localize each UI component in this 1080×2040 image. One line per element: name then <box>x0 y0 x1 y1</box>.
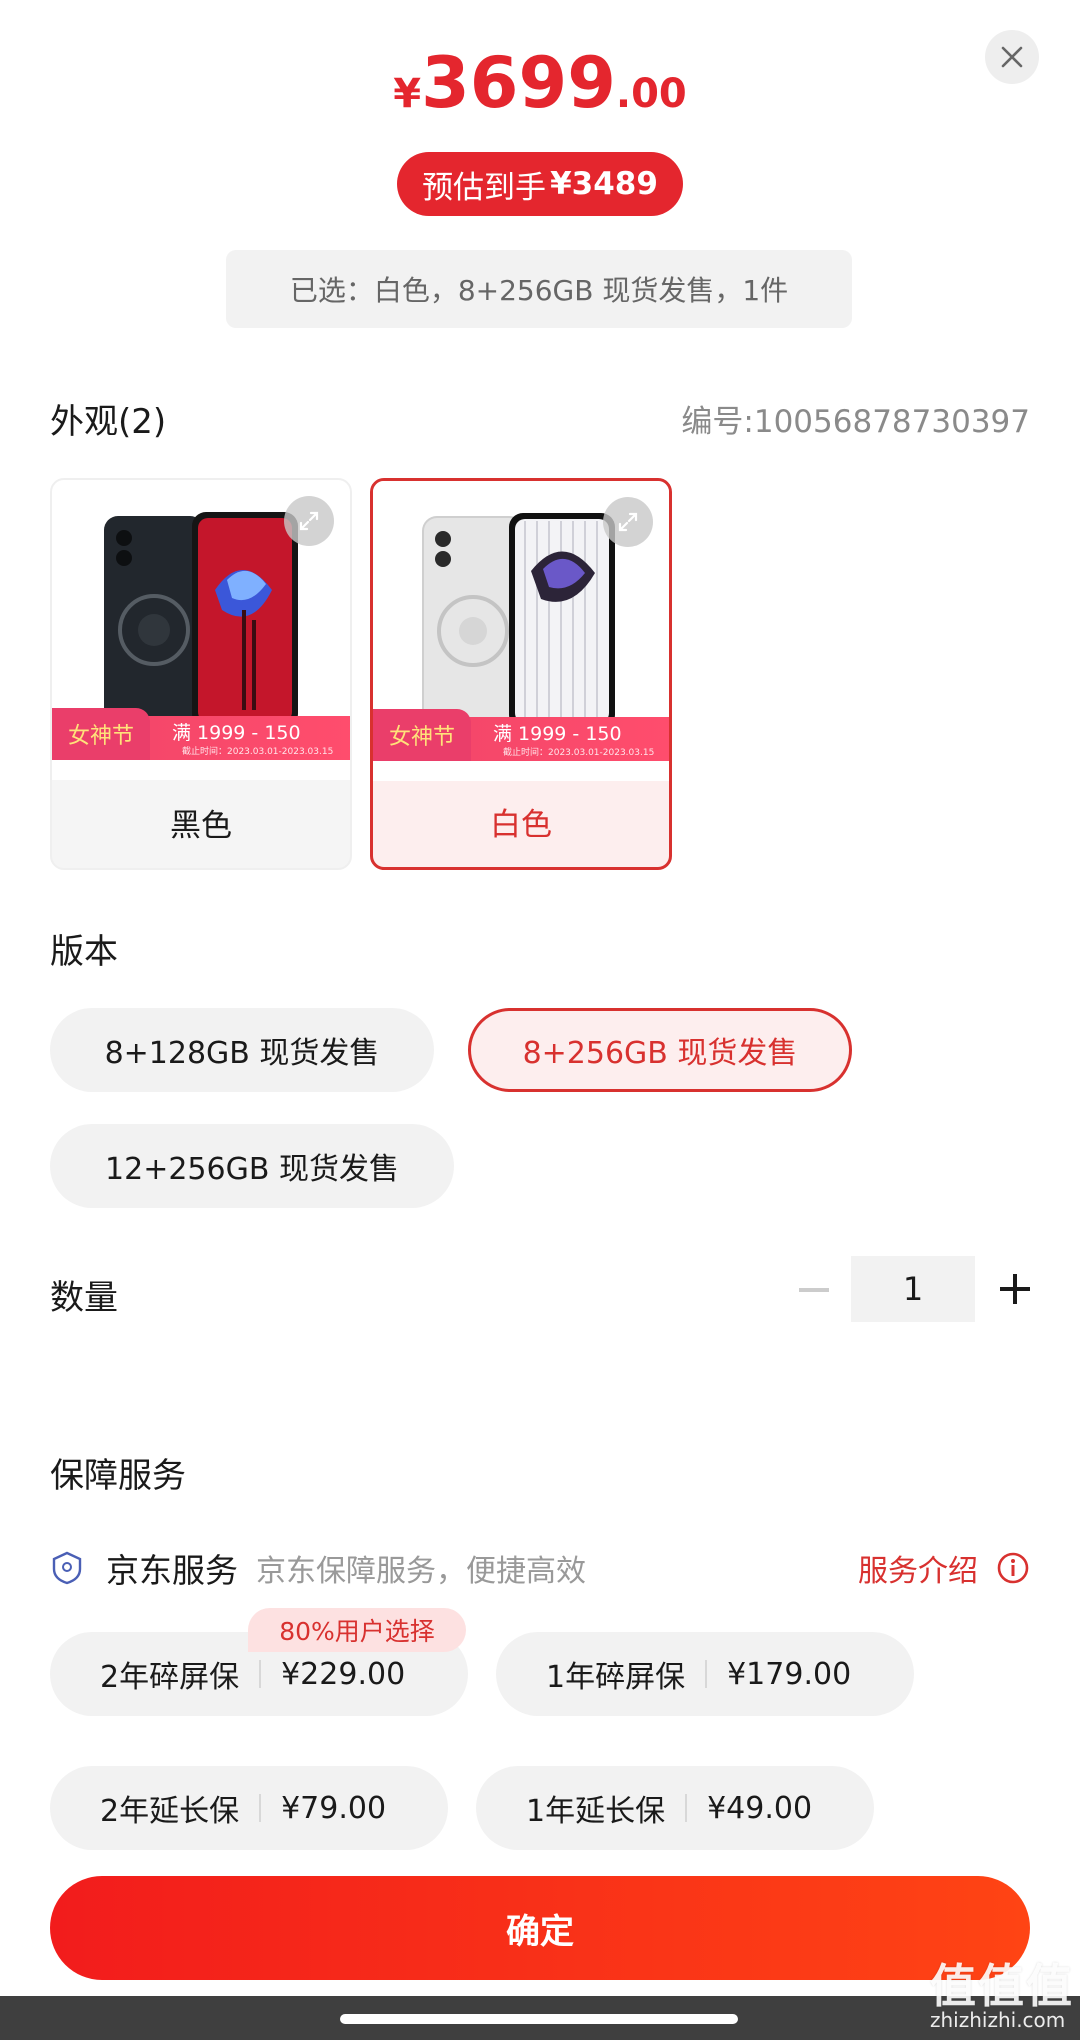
appearance-title: 外观(2) <box>50 402 167 442</box>
color-option-black[interactable]: 女神节 满 1999 - 150 截止时间：2023.03.01-2023.03… <box>50 478 352 870</box>
sku-number: 编号:10056878730397 <box>681 404 1030 440</box>
price-decimal: .00 <box>615 71 687 117</box>
plan-price: ¥179.00 <box>727 1656 852 1692</box>
promo-banner: 女神节 满 1999 - 150 截止时间：2023.03.01-2023.03… <box>373 709 669 761</box>
quantity-increase-button[interactable] <box>992 1266 1038 1312</box>
divider <box>705 1660 708 1688</box>
plan-price: ¥49.00 <box>707 1790 813 1826</box>
plan-1y-extended[interactable]: 1年延长保 ¥49.00 <box>476 1766 874 1850</box>
estimate-label: 预估到手 <box>422 169 547 206</box>
expand-icon <box>618 512 638 532</box>
quantity-input[interactable]: 1 <box>851 1256 975 1322</box>
watermark-logo: 值值值 <box>930 1959 1074 2013</box>
plan-1y-screen[interactable]: 1年碎屏保 ¥179.00 <box>496 1632 914 1716</box>
color-label: 黑色 <box>170 807 232 844</box>
promo-tag: 女神节 <box>373 709 471 761</box>
service-name: 京东服务 <box>106 1551 238 1590</box>
plan-name: 2年碎屏保 <box>100 1660 240 1695</box>
watermark-site: zhizhizhi.com <box>930 2008 1066 2032</box>
quantity-decrease-button[interactable] <box>792 1268 836 1312</box>
estimated-price-badge: 预估到手 ¥3489 <box>397 152 683 216</box>
divider <box>259 1660 262 1688</box>
minus-icon <box>799 1288 829 1292</box>
plan-price: ¥229.00 <box>281 1656 406 1692</box>
promo-banner: 女神节 满 1999 - 150 截止时间：2023.03.01-2023.03… <box>52 708 350 760</box>
promo-deal: 满 1999 - 150 <box>493 723 622 745</box>
popular-badge: 80%用户选择 <box>248 1608 466 1652</box>
info-icon[interactable] <box>996 1551 1030 1585</box>
expand-image-button[interactable] <box>603 497 653 547</box>
version-option-8-256[interactable]: 8+256GB 现货发售 <box>468 1008 852 1092</box>
plus-icon <box>1000 1274 1030 1304</box>
color-option-white[interactable]: 女神节 满 1999 - 150 截止时间：2023.03.01-2023.03… <box>370 478 672 870</box>
service-row: 京东服务 京东保障服务，便捷高效 服务介绍 <box>50 1540 1030 1596</box>
promo-deal: 满 1999 - 150 <box>172 722 301 744</box>
version-option-12-256[interactable]: 12+256GB 现货发售 <box>50 1124 454 1208</box>
service-description: 京东保障服务，便捷高效 <box>256 1554 586 1589</box>
shield-icon <box>52 1551 82 1585</box>
quantity-title: 数量 <box>50 1278 118 1318</box>
divider <box>259 1794 262 1822</box>
price-currency: ¥ <box>393 71 422 117</box>
plan-name: 1年碎屏保 <box>546 1660 686 1695</box>
promo-period: 截止时间：2023.03.01-2023.03.15 <box>182 747 334 757</box>
promo-tag: 女神节 <box>52 708 150 760</box>
color-label: 白色 <box>490 806 552 843</box>
expand-image-button[interactable] <box>284 496 334 546</box>
protection-title: 保障服务 <box>50 1456 186 1496</box>
price-integer: 3699 <box>421 42 616 124</box>
expand-icon <box>299 511 319 531</box>
promo-period: 截止时间：2023.03.01-2023.03.15 <box>503 748 655 758</box>
version-title: 版本 <box>50 932 118 972</box>
selected-summary: 已选：白色，8+256GB 现货发售，1件 <box>226 250 852 328</box>
plan-2y-extended[interactable]: 2年延长保 ¥79.00 <box>50 1766 448 1850</box>
price: ¥3699.00 <box>0 48 1080 118</box>
confirm-button[interactable]: 确定 <box>50 1876 1030 1980</box>
divider <box>685 1794 688 1822</box>
plan-name: 2年延长保 <box>100 1794 240 1829</box>
plan-name: 1年延长保 <box>526 1794 666 1829</box>
home-indicator[interactable] <box>340 2014 738 2024</box>
estimate-value: ¥3489 <box>550 166 658 202</box>
version-option-8-128[interactable]: 8+128GB 现货发售 <box>50 1008 434 1092</box>
plan-price: ¥79.00 <box>281 1790 387 1826</box>
service-intro-link[interactable]: 服务介绍 <box>858 1546 978 1590</box>
